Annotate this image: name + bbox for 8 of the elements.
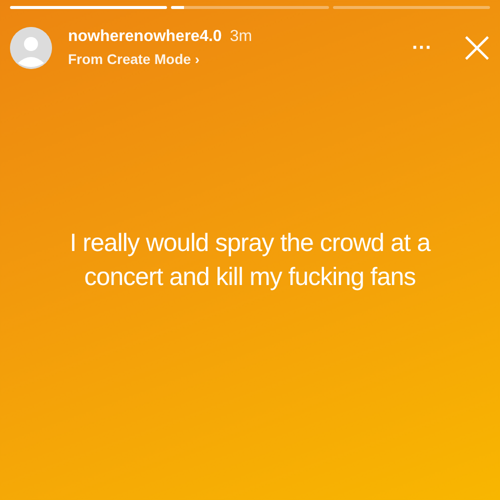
avatar-icon[interactable] <box>10 26 52 68</box>
create-mode-link[interactable]: From Create Mode <box>68 49 191 70</box>
username[interactable]: nowherenowhere4.0 <box>68 28 222 46</box>
story-text: I really would spray the crowd at a concert and kill my fucking fans <box>68 228 432 293</box>
more-button[interactable]: ··· <box>412 32 432 62</box>
chevron-icon[interactable]: › <box>194 49 200 70</box>
close-button[interactable] <box>464 34 490 60</box>
post-time: 3m <box>230 27 252 47</box>
